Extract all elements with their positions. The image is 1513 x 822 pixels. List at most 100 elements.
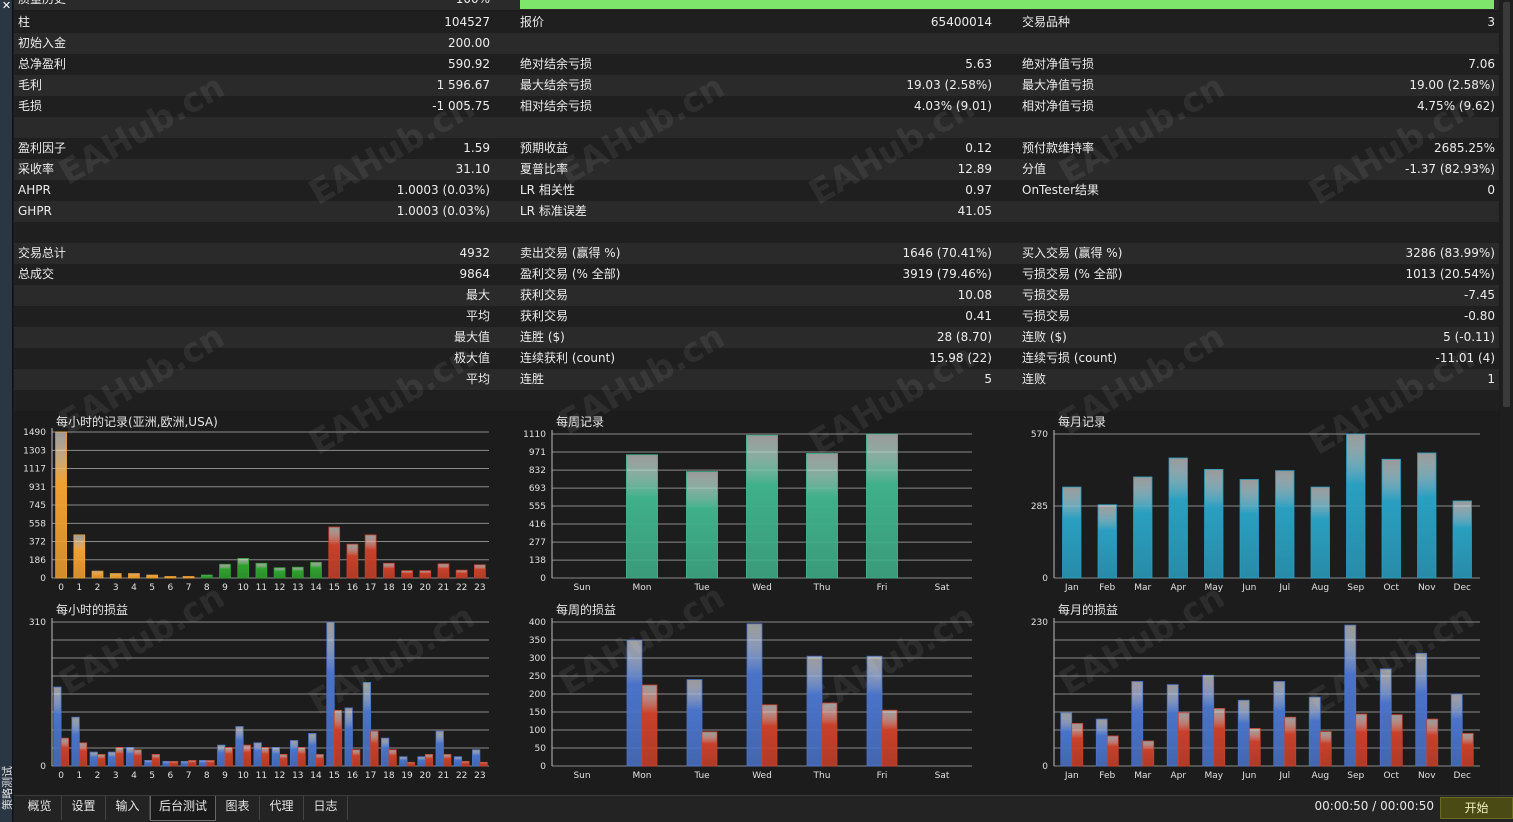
bar xyxy=(1346,433,1366,579)
x-tick-label: 18 xyxy=(383,583,395,593)
bar xyxy=(641,684,658,767)
x-tick-label: Aug xyxy=(1311,583,1329,593)
bar xyxy=(180,760,189,767)
tab-2[interactable]: 输入 xyxy=(106,796,150,820)
bar xyxy=(352,749,361,767)
stat-value-col2 xyxy=(714,222,992,243)
tab-1[interactable]: 设置 xyxy=(62,796,106,820)
stat-value-col2: 0.12 xyxy=(965,141,992,155)
stat-value-col3: -11.01 (4) xyxy=(1435,351,1496,365)
stat-value-col2: 5.63 xyxy=(965,57,992,71)
chart-svg: 03100 1 2 3 4 5 6 7 8 9 10 11 12 13 14 15 16 17 18 19 20 21 22… xyxy=(29,618,489,781)
quality-bar xyxy=(520,0,1494,9)
tab-6[interactable]: 日志 xyxy=(304,796,348,820)
stat-value-col3 xyxy=(1214,201,1495,222)
stat-value-col3: 0 xyxy=(1487,183,1495,197)
tab-3[interactable]: 后台测试 xyxy=(150,796,216,821)
y-tick-label: 0 xyxy=(40,762,46,772)
stat-value-col1: 1.59 xyxy=(463,141,490,155)
stats-row: 最大 获利交易 10.08 亏损交易 -7.45 xyxy=(14,285,1499,306)
x-tick-label: Sun xyxy=(573,583,590,593)
bar xyxy=(291,566,304,579)
bar xyxy=(424,753,434,767)
stats-row: 平均 连胜 5 连败 1 xyxy=(14,369,1499,390)
stats-row: 平均 获利交易 0.41 亏损交易 -0.80 xyxy=(14,306,1499,327)
bar xyxy=(1237,699,1250,767)
bar xyxy=(133,749,142,767)
stat-value-col2: 41.05 xyxy=(957,204,992,218)
x-tick-label: 14 xyxy=(310,771,322,781)
bar xyxy=(260,747,270,767)
stat-value-col1: -1 005.75 xyxy=(432,99,490,113)
close-icon[interactable]: ✕ xyxy=(0,0,13,13)
bar xyxy=(1390,714,1403,767)
tab-4[interactable]: 图表 xyxy=(216,796,260,820)
bar xyxy=(406,761,415,767)
x-tick-label: 20 xyxy=(420,771,432,781)
bar xyxy=(461,760,470,767)
y-tick-label: 285 xyxy=(1031,502,1048,512)
y-tick-label: 0 xyxy=(1042,762,1048,772)
chart-monthly-trades: 每月记录 0 285 570 Jan Feb Mar Apr May Jun Jul Aug Sep Oc… xyxy=(1018,410,1488,595)
y-tick-label: 372 xyxy=(29,538,46,548)
bar xyxy=(73,534,86,579)
bar xyxy=(78,742,88,767)
x-tick-label: 23 xyxy=(474,583,485,593)
bar xyxy=(1461,733,1474,767)
x-tick-label: 20 xyxy=(420,583,432,593)
chart-svg: 0 138 277 416 555 693 832 971 1110 Sun Mon Tue Wed Th… xyxy=(523,430,972,593)
stat-value-col3: 2685.25% xyxy=(1433,141,1495,155)
stat-value-col1 xyxy=(214,222,490,243)
bar xyxy=(242,744,252,767)
bar xyxy=(1426,718,1439,767)
bar xyxy=(1202,674,1215,767)
bar xyxy=(310,561,322,579)
bar xyxy=(474,564,486,579)
scrollbar-thumb[interactable] xyxy=(1503,2,1510,407)
x-tick-label: 3 xyxy=(113,771,119,781)
stat-value-col2: 0.97 xyxy=(965,183,992,197)
bar xyxy=(746,623,763,767)
bar xyxy=(1284,716,1297,767)
bar xyxy=(1450,693,1463,767)
start-button[interactable]: 开始 xyxy=(1440,797,1513,819)
bar xyxy=(151,753,161,767)
tab-0[interactable]: 概览 xyxy=(18,796,62,820)
chart-title: 每小时的记录(亚洲,欧洲,USA) xyxy=(56,415,218,429)
chart-monthly-profit: 每月的损益 0 230 Jan Feb Mar Apr May Jun Jul Aug Sep Oct N… xyxy=(1018,598,1488,788)
x-tick-label: Mar xyxy=(1134,583,1151,593)
x-tick-label: Sep xyxy=(1347,771,1364,781)
stat-value-col3: 3286 (83.99%) xyxy=(1405,246,1495,260)
bar xyxy=(435,730,444,767)
x-tick-label: 1 xyxy=(76,583,82,593)
bar xyxy=(382,562,395,579)
x-tick-label: 0 xyxy=(58,771,64,781)
bar xyxy=(881,709,898,767)
bar xyxy=(401,570,413,579)
stat-value-col1: 590.92 xyxy=(448,57,490,71)
x-tick-label: 0 xyxy=(58,583,64,593)
stat-value-col2: 3919 (79.46%) xyxy=(902,267,992,281)
stat-value-col3: 4.75% (9.62) xyxy=(1416,99,1495,113)
bar xyxy=(1168,457,1188,579)
panel-side-label[interactable]: 策略测试 xyxy=(0,751,15,822)
y-tick-label: 745 xyxy=(29,501,46,511)
bar xyxy=(370,730,379,767)
left-side-panel: ✕ 策略测试 xyxy=(0,0,15,822)
bar xyxy=(1344,624,1357,767)
tab-5[interactable]: 代理 xyxy=(260,796,304,820)
bar xyxy=(1166,684,1179,767)
x-tick-label: Aug xyxy=(1311,771,1329,781)
bar xyxy=(437,563,450,579)
y-tick-label: 1117 xyxy=(23,465,46,475)
stat-value-col3: -0.80 xyxy=(1463,309,1495,323)
stat-label-col1 xyxy=(18,369,218,390)
stats-row xyxy=(14,390,1499,411)
x-tick-label: Feb xyxy=(1099,583,1115,593)
stat-value-col2: 0.41 xyxy=(965,309,992,323)
stat-label-col1: 采收率 xyxy=(18,162,55,176)
bar xyxy=(1319,731,1332,767)
chart-title: 每周记录 xyxy=(556,415,605,429)
bar xyxy=(253,742,262,767)
bar xyxy=(308,733,317,767)
